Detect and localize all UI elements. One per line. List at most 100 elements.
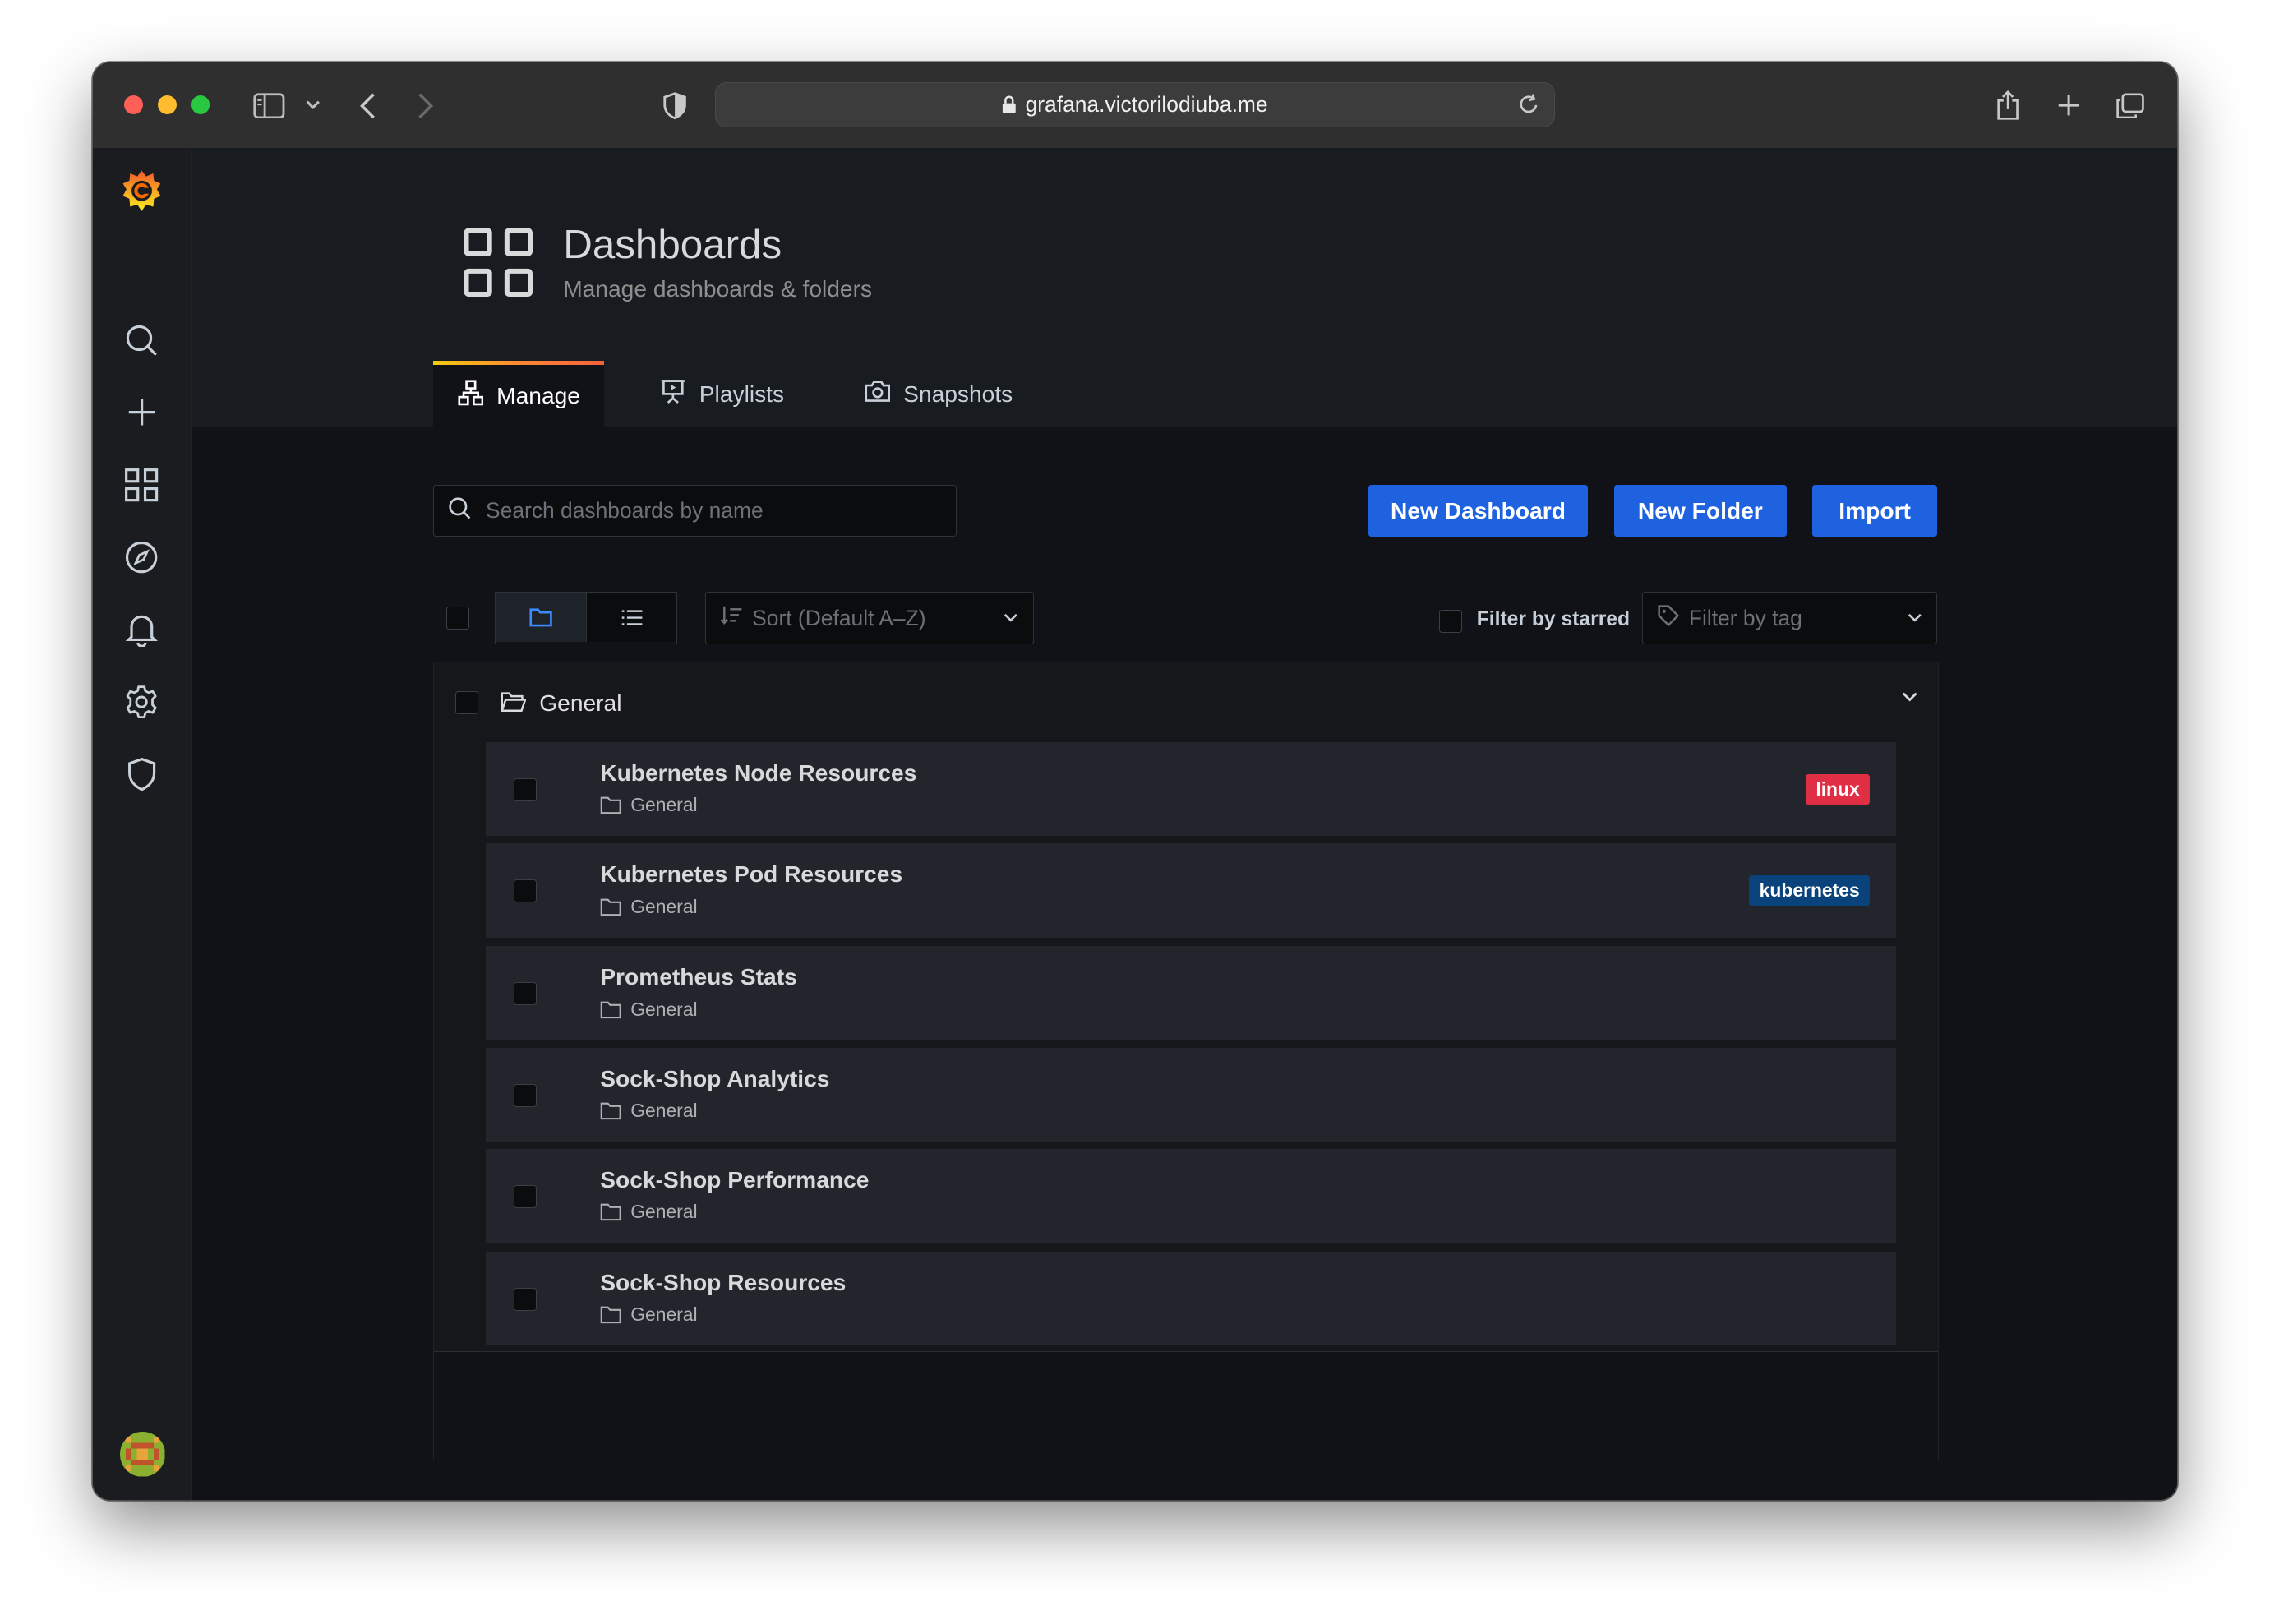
list-view-icon[interactable] [586,593,677,643]
browser-window: grafana.victorilodiuba.me Dashboards Man… [92,62,2178,1500]
dashboard-folder: General [600,1201,698,1223]
new-folder-button[interactable]: New Folder [1614,485,1787,537]
dashboard-list-panel: General Kubernetes Node Resources Genera… [432,661,1939,1461]
reload-icon[interactable] [1518,92,1539,115]
new-dashboard-button[interactable]: New Dashboard [1368,485,1589,537]
folder-icon [600,796,621,814]
tag-badge[interactable]: kubernetes [1749,874,1871,906]
dashboards-grid-icon[interactable] [122,464,162,505]
dashboard-folder: General [600,1303,698,1326]
presentation-play-icon [660,378,686,410]
forward-arrow-icon[interactable] [408,85,443,126]
explore-compass-icon[interactable] [122,537,162,578]
share-icon[interactable] [1989,85,2027,126]
dashboard-checkbox[interactable] [513,1083,537,1107]
tag-filter-select[interactable]: Filter by tag [1641,592,1937,644]
privacy-shield-icon[interactable] [657,85,692,126]
folder-name: General [539,690,622,717]
chevron-down-icon[interactable] [1902,691,1917,703]
dashboard-folder-name: General [630,1201,698,1223]
dashboard-list-item[interactable]: Prometheus Stats General [486,946,1896,1040]
tab-label: Snapshots [903,380,1013,407]
sitemap-icon [458,380,484,412]
address-bar[interactable]: grafana.victorilodiuba.me [715,82,1555,127]
search-field[interactable] [432,485,957,537]
tab-manage[interactable]: Manage [432,360,604,427]
dashboard-list-item[interactable]: Sock-Shop Analytics General [486,1047,1896,1142]
create-plus-icon[interactable] [122,392,162,432]
dashboard-title[interactable]: Kubernetes Node Resources [600,759,916,787]
filter-starred-checkbox[interactable] [1438,609,1463,633]
chevron-down-icon [1004,613,1018,623]
url-text: grafana.victorilodiuba.me [1025,92,1268,118]
dashboards-grid-icon [464,228,533,303]
dashboard-folder-name: General [630,1303,698,1326]
grafana-sidemenu [92,149,192,1500]
tab-playlists[interactable]: Playlists [635,361,809,427]
server-admin-shield-icon[interactable] [122,754,162,795]
chevron-down-icon[interactable] [298,85,327,126]
folder-icon [600,1203,621,1221]
tab-overview-icon[interactable] [2111,85,2148,126]
import-button[interactable]: Import [1812,485,1937,537]
dashboard-title[interactable]: Sock-Shop Resources [600,1269,846,1296]
camera-icon [865,380,891,408]
dashboard-title[interactable]: Sock-Shop Performance [600,1166,869,1193]
select-all-checkbox[interactable] [445,607,469,630]
dashboard-list-item[interactable]: Sock-Shop Performance General [486,1148,1896,1243]
zoom-window-button[interactable] [191,95,210,115]
dashboard-checkbox[interactable] [513,1184,537,1209]
search-icon[interactable] [122,320,162,360]
folder-checkbox[interactable] [455,691,479,715]
dashboard-list-item[interactable]: Kubernetes Pod Resources General kuberne… [486,843,1896,938]
page-header: Dashboards Manage dashboards & folders M… [192,149,2178,427]
grafana-logo-icon[interactable] [118,168,164,214]
dashboard-folder-name: General [630,895,698,917]
filter-starred-label[interactable]: Filter by starred [1477,608,1630,631]
tab-label: Playlists [699,380,785,407]
folder-icon [600,1001,621,1018]
chevron-down-icon [1908,613,1922,623]
dashboard-folder: General [600,794,698,816]
sort-amount-icon [720,605,743,631]
close-window-button[interactable] [124,95,144,115]
sidebar-toggle-icon[interactable] [249,85,289,126]
dashboard-title[interactable]: Kubernetes Pod Resources [600,860,902,888]
page-title: Dashboards [563,222,782,268]
general-folder-section: General Kubernetes Node Resources Genera… [433,662,1938,1353]
search-icon [448,496,471,525]
dashboard-folder: General [600,998,698,1021]
new-tab-plus-icon[interactable] [2050,85,2088,126]
tag-badge[interactable]: linux [1806,773,1871,805]
dashboard-folder: General [600,1100,698,1122]
folder-icon [600,1306,621,1324]
dashboard-checkbox[interactable] [513,1287,537,1312]
configuration-gear-icon[interactable] [122,682,162,722]
dashboard-title[interactable]: Sock-Shop Analytics [600,1065,829,1092]
user-avatar[interactable] [120,1432,165,1477]
dashboard-folder-name: General [630,998,698,1020]
tag-icon [1657,604,1680,633]
dashboard-checkbox[interactable] [513,982,537,1006]
dashboard-folder: General [600,895,698,918]
back-arrow-icon[interactable] [350,85,385,126]
alerting-bell-icon[interactable] [122,610,162,650]
tab-snapshots[interactable]: Snapshots [840,361,1038,427]
dashboard-folder-name: General [630,794,698,816]
folder-open-icon [500,691,527,718]
view-mode-toggle [495,592,678,644]
sort-select-value: Sort (Default A–Z) [752,605,926,630]
minimize-window-button[interactable] [158,95,177,115]
tab-label: Manage [496,382,580,409]
folder-header[interactable]: General [434,662,1938,740]
folder-icon [600,1102,621,1120]
lock-icon [1002,95,1017,114]
dashboard-checkbox[interactable] [513,879,537,903]
dashboard-title[interactable]: Prometheus Stats [600,963,797,990]
dashboard-list-item[interactable]: Sock-Shop Resources General [486,1251,1896,1346]
dashboard-checkbox[interactable] [513,777,537,802]
sort-select[interactable]: Sort (Default A–Z) [704,592,1034,644]
folder-view-icon[interactable] [496,593,587,643]
search-input[interactable] [482,496,923,526]
dashboard-list-item[interactable]: Kubernetes Node Resources General linux [486,741,1896,837]
